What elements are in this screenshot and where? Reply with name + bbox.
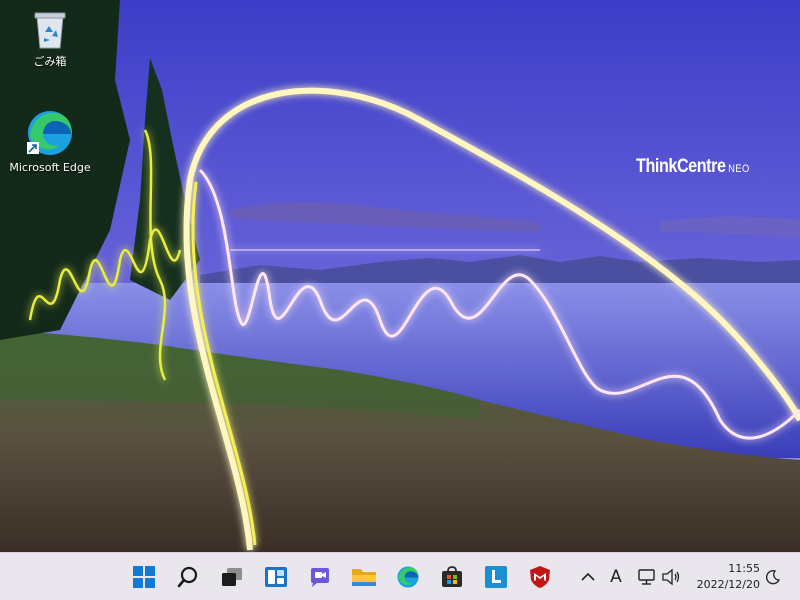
chevron-up-icon [581, 572, 595, 581]
show-hidden-icons-button[interactable] [578, 565, 598, 589]
brand-suffix: NEO [728, 163, 750, 175]
widgets-button[interactable] [260, 561, 292, 593]
store-button[interactable] [436, 561, 468, 593]
edge-icon [27, 111, 72, 155]
lenovo-icon [485, 566, 507, 588]
file-explorer-icon [352, 569, 376, 586]
start-button[interactable] [128, 561, 160, 593]
clock-time: 11:55 [728, 562, 760, 575]
search-icon [177, 566, 198, 588]
desktop-icon-label: ごみ箱 [33, 55, 67, 68]
lenovo-button[interactable] [480, 561, 512, 593]
store-icon [442, 566, 462, 587]
search-button[interactable] [172, 561, 204, 593]
desktop-icon-label: Microsoft Edge [9, 161, 91, 174]
edge-icon [397, 566, 419, 588]
network-button[interactable] [636, 565, 658, 589]
brand-name: ThinkCentre [636, 156, 726, 177]
speaker-icon [662, 568, 680, 586]
input-mode-indicator[interactable]: A [604, 565, 628, 589]
task-view-button[interactable] [216, 561, 248, 593]
brand-logo: ThinkCentre NEO [636, 156, 750, 178]
moon-icon [766, 570, 781, 585]
wallpaper [0, 0, 800, 552]
volume-button[interactable] [660, 565, 682, 589]
widgets-icon [265, 567, 287, 587]
desktop-icon-recycle-bin[interactable]: ごみ箱 [2, 10, 98, 69]
task-view-icon [222, 568, 242, 586]
desktop-icon-edge[interactable]: Microsoft Edge [2, 108, 98, 174]
taskbar: A 11:55 2022/12/20 [0, 552, 800, 600]
clock-date: 2022/12/20 [696, 578, 760, 591]
mcafee-icon [530, 566, 550, 588]
network-icon [638, 569, 655, 585]
focus-assist-button[interactable] [762, 565, 784, 589]
mcafee-button[interactable] [524, 561, 556, 593]
edge-taskbar-button[interactable] [392, 561, 424, 593]
input-mode-label: A [610, 567, 622, 587]
file-explorer-button[interactable] [348, 561, 380, 593]
start-icon [133, 566, 155, 588]
chat-icon [311, 568, 329, 587]
chat-button[interactable] [304, 561, 336, 593]
recycle-bin-icon [34, 12, 66, 49]
desktop[interactable]: ごみ箱 Microsoft Edge ThinkCentre NEO [0, 0, 800, 552]
clock[interactable]: 11:55 2022/12/20 [688, 561, 760, 593]
